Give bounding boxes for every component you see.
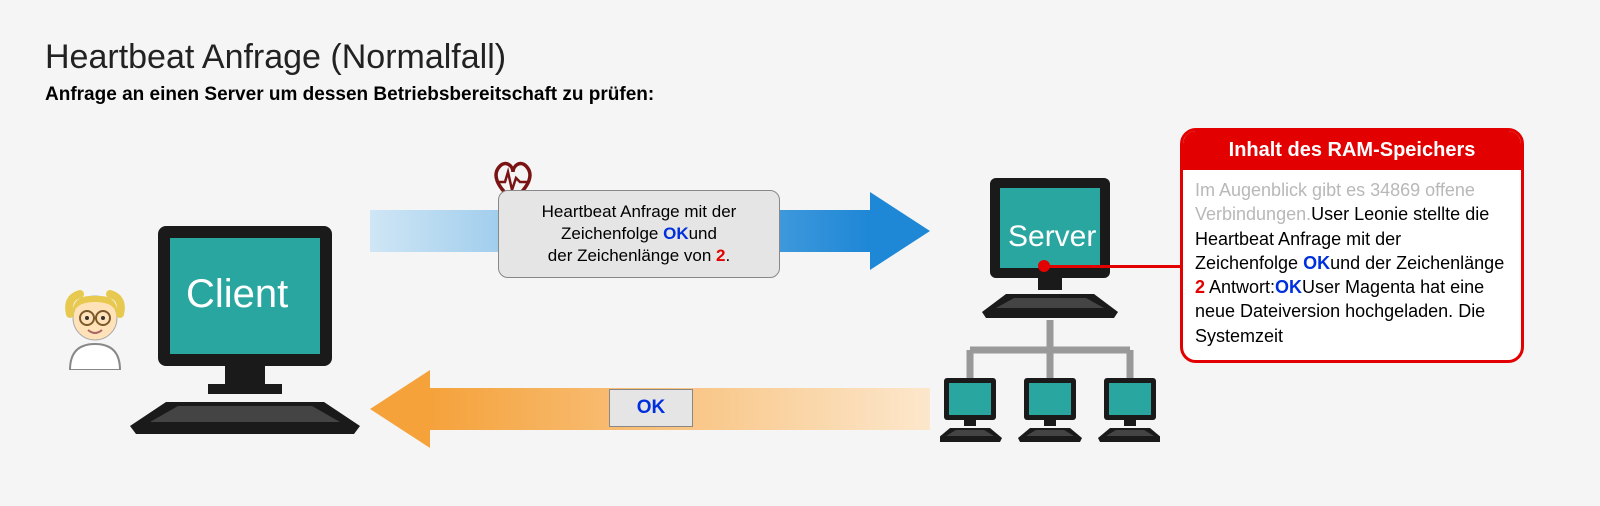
ram-ok-token-1: OK: [1303, 253, 1330, 273]
diagram-title: Heartbeat Anfrage (Normalfall): [45, 38, 506, 77]
request-text-line3b: .: [725, 246, 730, 265]
ram-header: Inhalt des RAM-Speichers: [1183, 131, 1521, 170]
ram-body: Im Augenblick gibt es 34869 offene Verbi…: [1183, 170, 1521, 360]
request-text-line2b: und: [689, 224, 717, 243]
ram-contents-box: Inhalt des RAM-Speichers Im Augenblick g…: [1180, 128, 1524, 363]
ram-text-2: und der Zeichenlänge: [1330, 253, 1504, 273]
diagram-subtitle: Anfrage an einen Server um dessen Betrie…: [45, 84, 654, 106]
user-avatar-icon: [60, 288, 130, 375]
ram-ok-token-2: OK: [1275, 277, 1302, 297]
request-text-line3a: der Zeichenlänge von: [548, 246, 716, 265]
ram-connector-line-icon: [1044, 265, 1184, 268]
server-label: Server: [1008, 220, 1096, 254]
heartbeat-request-box: Heartbeat Anfrage mit der Zeichenfolge O…: [498, 190, 780, 278]
ram-connector-dot-icon: [1038, 260, 1050, 272]
request-text-line1: Heartbeat Anfrage mit der: [542, 202, 737, 221]
client-computer-icon: [130, 226, 360, 441]
ram-text-3: Antwort:: [1205, 277, 1275, 297]
client-label: Client: [186, 272, 288, 317]
request-ok-token: OK: [663, 224, 689, 243]
heartbeat-response-box: OK: [609, 389, 693, 427]
ram-length-value: 2: [1195, 277, 1205, 297]
request-text-line2a: Zeichenfolge: [561, 224, 663, 243]
